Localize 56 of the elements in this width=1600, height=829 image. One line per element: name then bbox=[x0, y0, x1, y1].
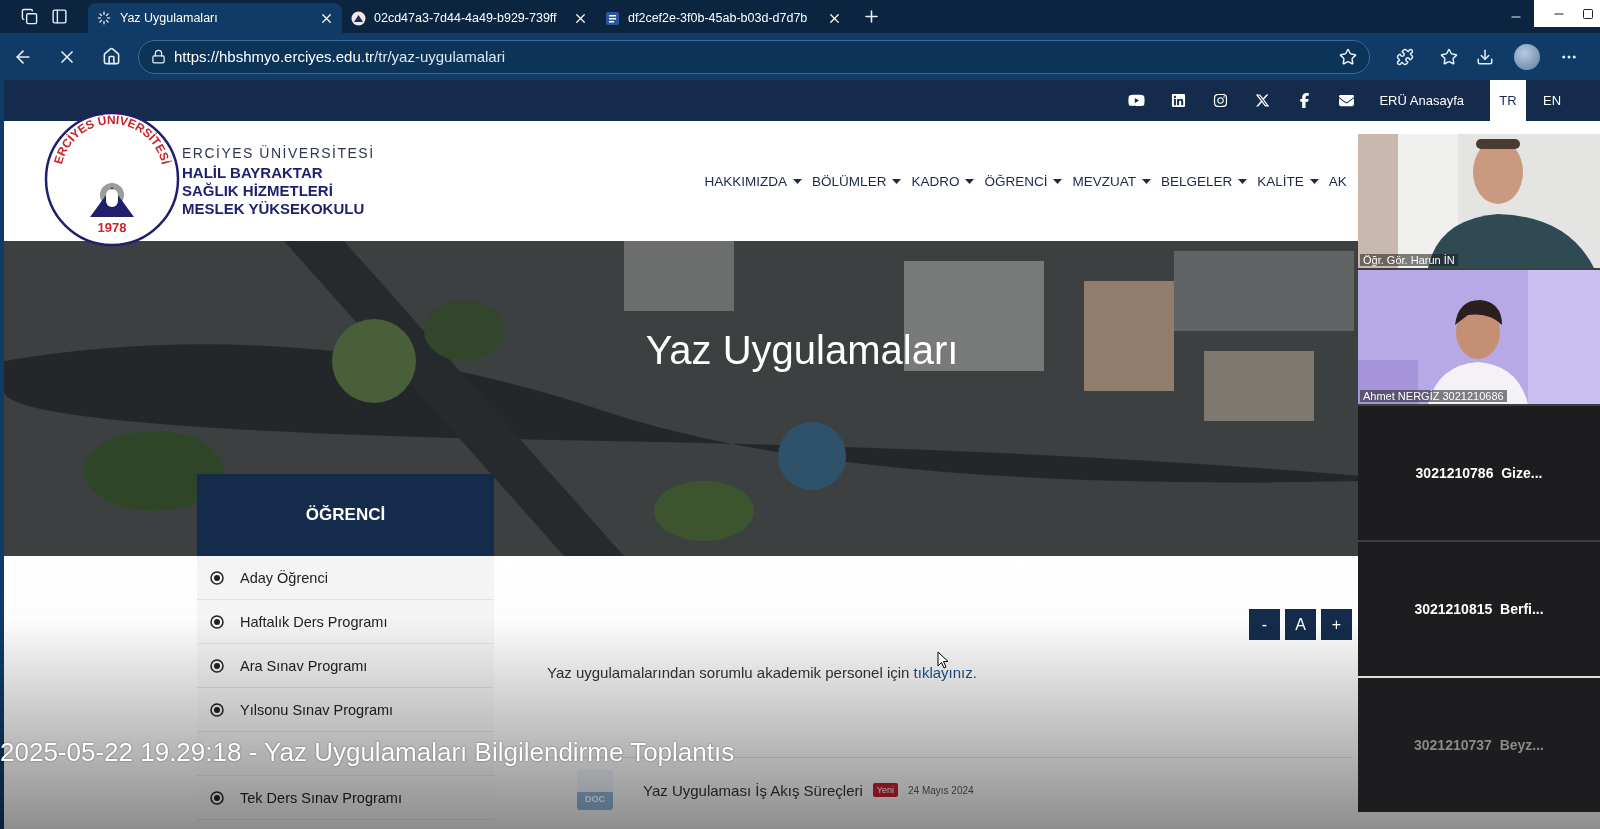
bullet-icon bbox=[210, 570, 224, 585]
caret-icon bbox=[1141, 178, 1151, 184]
caret-icon bbox=[1053, 178, 1063, 184]
language-tab[interactable]: EN bbox=[1534, 80, 1570, 121]
bullet-icon bbox=[210, 702, 224, 717]
maximize-icon[interactable] bbox=[1582, 7, 1594, 20]
language-tab[interactable]: TR bbox=[1490, 80, 1526, 121]
nav-menu-item[interactable]: AK bbox=[1328, 173, 1347, 189]
logo-emblem-icon bbox=[90, 183, 134, 217]
caret-icon bbox=[892, 178, 902, 184]
document-date: 24 Mayıs 2024 bbox=[908, 784, 974, 796]
browser-tab[interactable]: 02cd47a3-7d44-4a49-b929-739ff bbox=[342, 3, 596, 33]
link[interactable]: tıklayınız. bbox=[913, 664, 977, 681]
document-icon bbox=[604, 10, 620, 26]
nav-menu-item[interactable]: MEVZUAT bbox=[1072, 173, 1151, 189]
new-badge: Yeni bbox=[872, 783, 898, 797]
star-icon[interactable] bbox=[1339, 47, 1357, 66]
school-name: SAĞLIK HİZMETLERİ bbox=[182, 181, 334, 200]
caret-icon bbox=[1309, 178, 1319, 184]
nav-menu-item[interactable]: BELGELER bbox=[1160, 173, 1248, 189]
sidebar-item[interactable]: Aday Öğrenci bbox=[197, 556, 494, 600]
address-bar[interactable]: https://hbshmyo.erciyes.edu.tr/tr/yaz-uygulamalari bbox=[138, 39, 1370, 74]
bullet-icon bbox=[210, 790, 224, 805]
doc-file-icon: DOC bbox=[577, 770, 613, 810]
sidebar-item[interactable]: Haftalık Ders Programı bbox=[197, 600, 494, 644]
avatar-icon[interactable] bbox=[1514, 43, 1540, 70]
participant-name: 3021210737 Beyz... bbox=[1414, 737, 1544, 753]
nav-menu-item[interactable]: HAKKIMIZDA bbox=[704, 173, 803, 189]
cursor-icon bbox=[937, 651, 949, 669]
school-name: HALİL BAYRAKTAR bbox=[182, 163, 324, 182]
site-icon bbox=[350, 10, 366, 26]
logo-year: 1978 bbox=[97, 220, 127, 235]
browser-tab[interactable]: Yaz Uygulamaları bbox=[88, 3, 342, 33]
sidebar-item[interactable]: Ara Sınav Programı bbox=[197, 644, 494, 688]
university-name: ERCİYES ÜNİVERSİTESİ bbox=[182, 144, 375, 161]
caret-icon bbox=[793, 178, 803, 184]
bullet-icon bbox=[210, 658, 224, 673]
participant-name: 3021210815 Berfi... bbox=[1414, 601, 1544, 617]
lock-icon bbox=[151, 49, 166, 64]
browser-tab[interactable]: df2cef2e-3f0b-45ab-b03d-d7d7b bbox=[596, 3, 850, 33]
caret-icon bbox=[965, 178, 975, 184]
school-name: MESLEK YÜKSEKOKULU bbox=[182, 199, 366, 218]
nav-menu-item[interactable]: ÖĞRENCİ bbox=[984, 173, 1063, 189]
nav-menu-item[interactable]: BÖLÜMLER bbox=[812, 173, 902, 189]
font-size-button[interactable]: - bbox=[1249, 609, 1280, 640]
caret-icon bbox=[1238, 178, 1248, 184]
intro-text: Yaz uygulamalarından sorumlu akademik personel için tıklayınız. bbox=[547, 664, 978, 681]
font-size-button[interactable]: + bbox=[1321, 609, 1352, 640]
home-link[interactable]: ERÜ Anasayfa bbox=[1367, 80, 1490, 121]
loading-icon bbox=[96, 10, 112, 26]
nav-menu-item[interactable]: KALİTE bbox=[1257, 173, 1319, 189]
document-link[interactable]: Yaz Uygulaması İş Akış Süreçleri bbox=[643, 781, 863, 799]
nav-menu-item[interactable]: KADRO bbox=[911, 173, 975, 189]
bullet-icon bbox=[210, 614, 224, 629]
font-size-button[interactable]: A bbox=[1285, 609, 1316, 640]
sidebar-item[interactable]: Yılsonu Sınav Programı bbox=[197, 688, 494, 732]
